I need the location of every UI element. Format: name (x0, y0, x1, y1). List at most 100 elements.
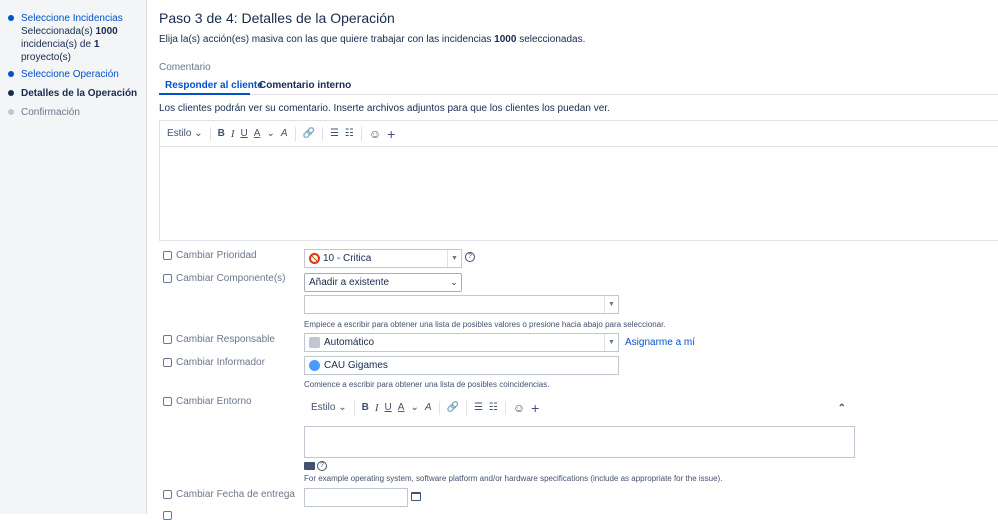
summary-text: proyecto(s) (21, 52, 72, 63)
chevron-down-icon[interactable]: ⌄ (263, 125, 277, 143)
component-mode-value: Añadir a existente (309, 277, 390, 288)
change-assignee-label: Cambiar Responsable (176, 334, 275, 345)
page-title: Paso 3 de 4: Detalles de la Operación (159, 10, 395, 26)
wizard-sidebar: Seleccione Incidencias Seleccionada(s) 1… (0, 0, 147, 514)
emoji-icon[interactable]: ☺ (510, 399, 528, 417)
active-tab-indicator (159, 93, 250, 95)
tab-internal-comment[interactable]: Comentario interno (259, 80, 351, 91)
toolbar-separator (321, 126, 323, 141)
assignee-value: Automático (324, 337, 375, 348)
intro-prefix: Elija la(s) acción(es) masiva con las qu… (159, 34, 492, 45)
environment-text-area[interactable] (304, 426, 855, 458)
toolbar-separator (438, 400, 440, 415)
bold-button[interactable]: B (359, 399, 372, 417)
more-formatting-button[interactable]: A (278, 125, 291, 143)
bold-button[interactable]: B (215, 125, 228, 143)
intro-count: 1000 (494, 34, 517, 45)
change-assignee-checkbox[interactable] (163, 335, 172, 344)
change-component-checkbox[interactable] (163, 274, 172, 283)
calendar-icon[interactable] (411, 492, 421, 501)
comment-editor: Estilo ⌄ B I U A ⌄ A 🔗 ☰ ☷ ☺ + (159, 120, 998, 241)
help-icon[interactable]: ? (465, 252, 475, 262)
change-reporter-label: Cambiar Informador (176, 357, 265, 368)
more-formatting-button[interactable]: A (422, 399, 435, 417)
chevron-down-icon[interactable]: ⌄ (407, 399, 421, 417)
step-pending-dot (8, 109, 14, 115)
collapse-toolbar-icon[interactable]: ⌃ (835, 399, 849, 417)
style-dropdown[interactable]: Estilo ⌄ (308, 399, 350, 417)
intro-suffix: seleccionadas. (519, 34, 586, 45)
text-color-button[interactable]: A (395, 399, 408, 417)
avatar (309, 360, 320, 371)
change-environment-checkbox[interactable] (163, 397, 172, 406)
component-hint: Empiece a escribir para obtener una list… (304, 320, 666, 329)
toolbar-separator (294, 126, 296, 141)
selection-summary: Seleccionada(s) 1000 incidencia(s) de 1 … (21, 25, 118, 64)
environment-editor: Estilo ⌄ B I U A ⌄ A 🔗 ☰ ☷ ☺ + ⌃ (304, 395, 855, 458)
due-date-input[interactable] (304, 488, 408, 507)
summary-text: Seleccionada(s) (21, 26, 93, 37)
text-color-button[interactable]: A (251, 125, 264, 143)
italic-button[interactable]: I (372, 399, 382, 417)
component-input[interactable]: ▼ (304, 295, 619, 314)
chevron-down-icon: ⌄ (338, 402, 347, 413)
toolbar-separator (465, 400, 467, 415)
change-reporter-checkbox[interactable] (163, 358, 172, 367)
priority-value: 10 - Critica (323, 253, 372, 264)
assignee-select[interactable]: Automático ▼ (304, 333, 619, 352)
wiki-markup-icon[interactable] (304, 462, 315, 470)
chevron-down-icon[interactable]: ▼ (447, 250, 461, 267)
summary-count: 1000 (95, 26, 118, 37)
insert-plus-icon[interactable]: + (384, 125, 398, 143)
step-label[interactable]: Seleccione Operación (21, 68, 119, 81)
reporter-input[interactable]: CAU Gigames (304, 356, 619, 375)
help-icon[interactable]: ? (317, 461, 327, 471)
editor-toolbar: Estilo ⌄ B I U A ⌄ A 🔗 ☰ ☷ ☺ + (164, 121, 398, 146)
link-icon[interactable]: 🔗 (444, 399, 462, 417)
change-component-label: Cambiar Componente(s) (176, 273, 286, 284)
bullet-list-icon[interactable]: ☰ (471, 399, 486, 417)
summary-project-count: 1 (93, 39, 100, 50)
style-label: Estilo (167, 128, 192, 139)
reporter-value: CAU Gigames (324, 360, 388, 371)
tab-reply-customer[interactable]: Responder al cliente (165, 80, 263, 91)
chevron-down-icon[interactable]: ▼ (604, 334, 618, 351)
tabs-divider (159, 94, 998, 95)
step-label: Confirmación (21, 107, 80, 118)
style-label: Estilo (311, 402, 336, 413)
change-priority-checkbox[interactable] (163, 251, 172, 260)
style-dropdown[interactable]: Estilo ⌄ (164, 125, 206, 143)
insert-plus-icon[interactable]: + (528, 399, 542, 417)
environment-hint: For example operating system, software p… (304, 474, 723, 483)
underline-button[interactable]: U (238, 125, 251, 143)
critical-priority-icon (309, 253, 320, 264)
next-field-checkbox[interactable] (163, 511, 172, 520)
step-done-dot (8, 15, 14, 21)
reporter-hint: Comience a escribir para obtener una lis… (304, 380, 550, 389)
tab-help-text: Los clientes podrán ver su comentario. I… (159, 103, 610, 114)
toolbar-separator (353, 400, 355, 415)
editor-toolbar: Estilo ⌄ B I U A ⌄ A 🔗 ☰ ☷ ☺ + (308, 395, 542, 420)
numbered-list-icon[interactable]: ☷ (486, 399, 501, 417)
underline-button[interactable]: U (382, 399, 395, 417)
link-icon[interactable]: 🔗 (300, 125, 318, 143)
bullet-list-icon[interactable]: ☰ (327, 125, 342, 143)
change-due-date-checkbox[interactable] (163, 490, 172, 499)
step-current-dot (8, 90, 14, 96)
intro-text: Elija la(s) acción(es) masiva con las qu… (159, 34, 585, 45)
numbered-list-icon[interactable]: ☷ (342, 125, 357, 143)
toolbar-separator (504, 400, 506, 415)
chevron-down-icon: ⌄ (450, 277, 458, 287)
italic-button[interactable]: I (228, 125, 238, 143)
avatar (309, 337, 320, 348)
step-done-dot (8, 71, 14, 77)
priority-select[interactable]: 10 - Critica ▼ (304, 249, 462, 268)
chevron-down-icon[interactable]: ▼ (604, 296, 618, 313)
emoji-icon[interactable]: ☺ (366, 125, 384, 143)
assign-to-me-link[interactable]: Asignarme a mí (625, 337, 695, 348)
step-label[interactable]: Seleccione Incidencias (21, 12, 123, 25)
change-priority-label: Cambiar Prioridad (176, 250, 257, 261)
comment-text-area[interactable] (160, 147, 998, 240)
component-mode-select[interactable]: Añadir a existente ⌄ (304, 273, 462, 292)
chevron-down-icon: ⌄ (194, 128, 203, 139)
